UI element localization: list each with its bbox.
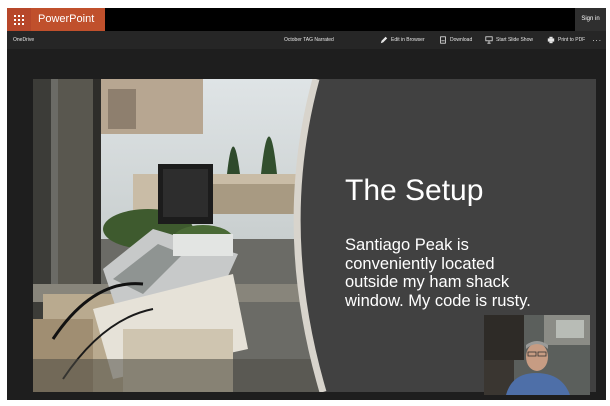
start-slide-show-label: Start Slide Show [496,37,533,43]
breadcrumb-onedrive[interactable]: OneDrive [13,37,34,43]
app-launcher-icon [14,15,24,25]
slide-body-line: window. My code is rusty. [345,291,531,310]
app-name[interactable]: PowerPoint [31,8,105,31]
download-label: Download [450,37,473,43]
slideshow-icon [485,36,493,44]
top-bar: PowerPoint Sign in [7,8,606,31]
edit-in-browser-button[interactable]: Edit in Browser [380,35,425,45]
more-options-button[interactable]: ... [592,34,602,43]
slide-body: Santiago Peak is conveniently located ou… [345,236,585,310]
slide-body-line: Santiago Peak is [345,236,469,254]
pencil-icon [380,36,388,44]
print-to-pdf-button[interactable]: Print to PDF [547,35,585,45]
document-title: October TAG Narrated [284,37,334,43]
start-slide-show-button[interactable]: Start Slide Show [485,35,533,45]
slide-body-line: outside my ham shack [345,273,510,291]
presenter-image [484,315,590,395]
command-bar: OneDrive October TAG Narrated Edit in Br… [7,31,606,49]
edit-in-browser-label: Edit in Browser [391,37,425,43]
printer-icon [547,36,555,44]
slide-body-line: conveniently located [345,254,495,273]
slide-title: The Setup [345,174,484,207]
sign-in-button[interactable]: Sign in [575,8,606,31]
app-launcher-button[interactable] [7,8,31,31]
download-icon [440,36,446,44]
download-button[interactable]: Download [439,35,472,45]
presenter-video [484,315,590,395]
print-to-pdf-label: Print to PDF [558,37,586,43]
